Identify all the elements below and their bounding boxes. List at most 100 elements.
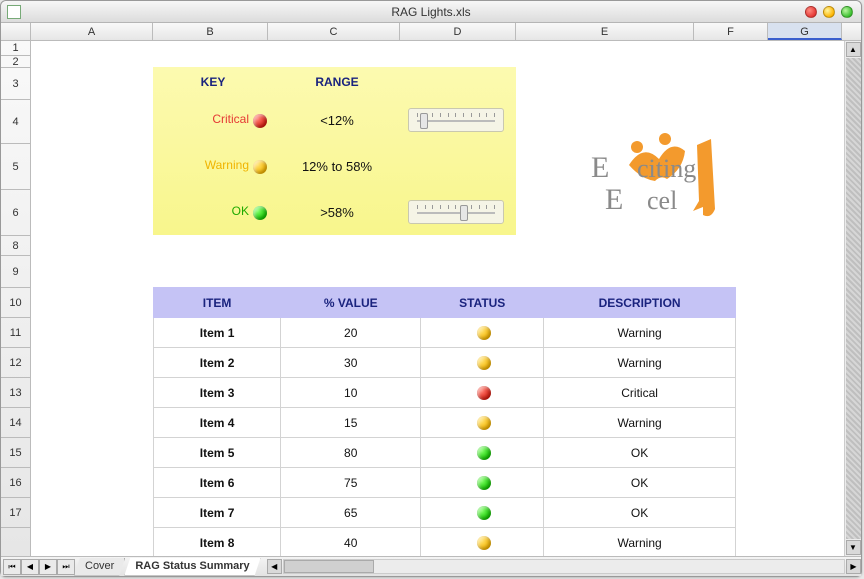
cell-item[interactable]: Item 4 [154,408,281,438]
row-header[interactable]: 11 [1,318,30,348]
cell-status[interactable] [421,528,544,557]
scroll-down-button[interactable]: ▼ [846,540,861,555]
scroll-left-button[interactable]: ◀ [267,559,282,574]
cell-value[interactable]: 75 [281,468,421,498]
tab-nav-first[interactable]: ⏮ [3,559,21,575]
column-header-B[interactable]: B [153,23,268,40]
key-range-ok: >58% [273,205,401,220]
row-header[interactable]: 4 [1,100,30,144]
table-row[interactable]: Item 765 OK [154,498,736,528]
svg-text:cel: cel [647,186,677,215]
cell-status[interactable] [421,408,544,438]
row-header[interactable]: 17 [1,498,30,528]
cell-status[interactable] [421,378,544,408]
column-header-C[interactable]: C [268,23,400,40]
hscroll-track[interactable] [283,559,845,574]
tab-nav-prev[interactable]: ◀ [21,559,39,575]
worksheet-grid[interactable]: KEY RANGE Critical <12% Warning 12% to 5… [31,41,844,556]
close-window-button[interactable] [805,6,817,18]
amber-dot-icon [253,160,267,174]
column-header-G[interactable]: G [768,23,842,40]
tab-nav-last[interactable]: ⏭ [57,559,75,575]
vertical-scrollbar[interactable]: ▲ ▼ [844,41,861,556]
row-header[interactable]: 13 [1,378,30,408]
sheet-tab-cover[interactable]: Cover [74,558,125,576]
cell-item[interactable]: Item 8 [154,528,281,557]
row-header[interactable]: 15 [1,438,30,468]
spreadsheet-window: RAG Lights.xls A B C D E F G 1 2 3 4 5 6… [0,0,862,577]
hscroll-thumb[interactable] [284,560,374,573]
table-row[interactable]: Item 580 OK [154,438,736,468]
sheet-tab-rag-summary[interactable]: RAG Status Summary [124,558,260,576]
row-headers: 1 2 3 4 5 6 8 9 10 11 12 13 14 15 16 17 [1,41,31,556]
row-header[interactable]: 12 [1,348,30,378]
cell-status[interactable] [421,438,544,468]
column-header-D[interactable]: D [400,23,516,40]
cell-desc[interactable]: Critical [544,378,736,408]
row-header[interactable]: 1 [1,41,30,56]
column-header-A[interactable]: A [31,23,153,40]
scroll-track[interactable] [846,58,861,539]
cell-item[interactable]: Item 1 [154,318,281,348]
table-row[interactable]: Item 230 Warning [154,348,736,378]
cell-item[interactable]: Item 2 [154,348,281,378]
exciting-excel-logo: E citing E cel [569,129,729,239]
cell-value[interactable]: 80 [281,438,421,468]
table-row[interactable]: Item 840 Warning [154,528,736,557]
row-header[interactable]: 14 [1,408,30,438]
cell-value[interactable]: 40 [281,528,421,557]
column-header-E[interactable]: E [516,23,694,40]
cell-value[interactable]: 30 [281,348,421,378]
row-header[interactable]: 2 [1,56,30,68]
scroll-right-button[interactable]: ▶ [846,559,861,574]
th-desc[interactable]: DESCRIPTION [544,288,736,318]
cell-desc[interactable]: Warning [544,348,736,378]
cell-desc[interactable]: OK [544,498,736,528]
cell-status[interactable] [421,318,544,348]
tab-nav-next[interactable]: ▶ [39,559,57,575]
row-header[interactable]: 9 [1,256,30,288]
cell-desc[interactable]: Warning [544,408,736,438]
cell-value[interactable]: 20 [281,318,421,348]
minimize-window-button[interactable] [823,6,835,18]
key-label-warning: Warning [205,158,249,172]
column-header-F[interactable]: F [694,23,768,40]
row-header[interactable]: 5 [1,144,30,190]
cell-desc[interactable]: Warning [544,318,736,348]
ok-threshold-slider[interactable] [408,200,504,224]
cell-desc[interactable]: OK [544,468,736,498]
cell-value[interactable]: 10 [281,378,421,408]
table-row[interactable]: Item 415 Warning [154,408,736,438]
row-header[interactable]: 3 [1,68,30,100]
horizontal-scrollbar[interactable]: ◀ ▶ [267,559,861,574]
cell-desc[interactable]: Warning [544,528,736,557]
table-row[interactable]: Item 120 Warning [154,318,736,348]
table-row[interactable]: Item 675 OK [154,468,736,498]
svg-text:citing: citing [637,154,696,183]
cell-item[interactable]: Item 6 [154,468,281,498]
cell-value[interactable]: 15 [281,408,421,438]
row-header[interactable]: 16 [1,468,30,498]
status-dot-icon [477,476,491,490]
cell-item[interactable]: Item 7 [154,498,281,528]
status-dot-icon [477,416,491,430]
window-title: RAG Lights.xls [1,5,861,19]
cell-value[interactable]: 65 [281,498,421,528]
row-header[interactable]: 8 [1,236,30,256]
cell-item[interactable]: Item 3 [154,378,281,408]
select-all-cell[interactable] [1,23,31,40]
cell-desc[interactable]: OK [544,438,736,468]
scroll-up-button[interactable]: ▲ [846,42,861,57]
th-item[interactable]: ITEM [154,288,281,318]
row-header[interactable]: 10 [1,288,30,318]
cell-status[interactable] [421,468,544,498]
th-value[interactable]: % VALUE [281,288,421,318]
table-row[interactable]: Item 310 Critical [154,378,736,408]
cell-status[interactable] [421,348,544,378]
th-status[interactable]: STATUS [421,288,544,318]
cell-status[interactable] [421,498,544,528]
critical-threshold-slider[interactable] [408,108,504,132]
cell-item[interactable]: Item 5 [154,438,281,468]
zoom-window-button[interactable] [841,6,853,18]
row-header[interactable]: 6 [1,190,30,236]
